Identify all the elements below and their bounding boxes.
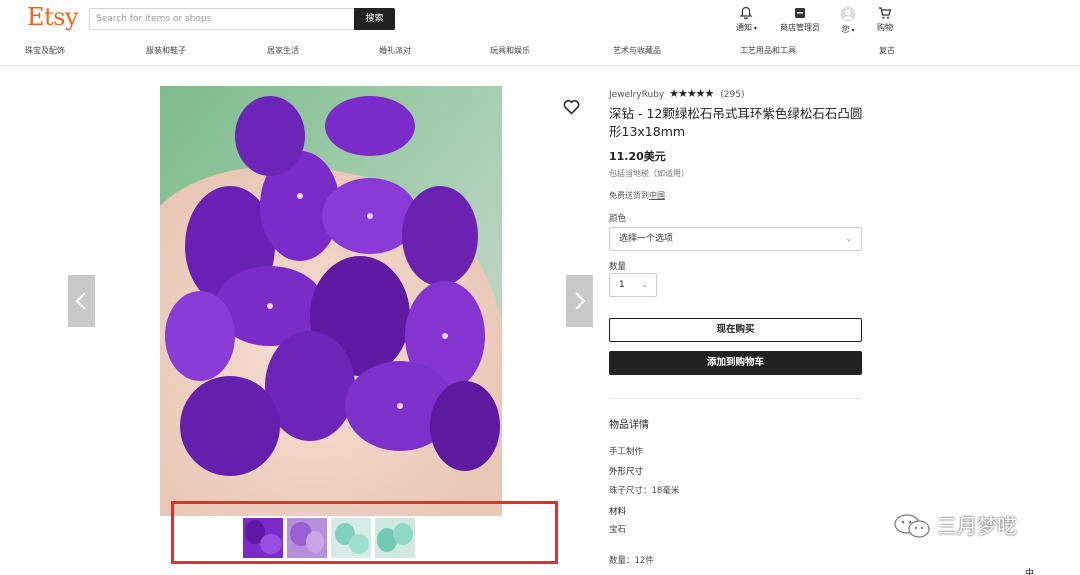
watermark-text: 三月梦呓 — [937, 514, 1017, 538]
shipping-country-link[interactable]: 中国 — [649, 191, 665, 200]
notifications-button[interactable]: 通知 ▾ — [736, 6, 757, 33]
store-icon — [795, 8, 805, 18]
favorite-button[interactable] — [563, 99, 580, 119]
thumbnail-4[interactable] — [375, 518, 415, 558]
nav-item-craft[interactable]: 工艺用品和工具 — [740, 45, 796, 56]
thumbnail-2[interactable] — [287, 518, 327, 558]
handmade-text: 手工制作 — [609, 447, 644, 457]
quantity-value: 1 — [619, 280, 625, 290]
nav-item-home[interactable]: 居家生活 — [267, 45, 299, 56]
tax-note: 包括当地税（如适用） — [609, 169, 689, 178]
material-value: 宝石 — [609, 525, 627, 535]
color-select-value: 选择一个选项 — [619, 234, 674, 244]
avatar-icon — [840, 6, 856, 22]
search-input[interactable]: Search for items or shops — [89, 8, 355, 30]
nav-item-art[interactable]: 艺术与收藏品 — [613, 45, 661, 56]
thumbnail-1[interactable] — [243, 518, 283, 558]
item-details-heading: 物品详情 — [609, 420, 649, 431]
quantity-select[interactable]: 1 ⌄ — [609, 273, 657, 297]
buy-now-button[interactable]: 现在购买 — [609, 318, 862, 342]
shop-name-link[interactable]: JewelryRuby — [609, 90, 664, 100]
nav-item-toys[interactable]: 玩具和娱乐 — [490, 45, 530, 56]
chevron-right-icon — [575, 292, 586, 310]
rating-stars: ★★★★★ — [669, 87, 714, 100]
cart-button[interactable]: 购物 — [877, 6, 893, 33]
dimensions-label: 外形尺寸 — [609, 467, 644, 477]
nav-item-wedding[interactable]: 婚礼派对 — [379, 45, 411, 56]
color-label: 颜色 — [609, 214, 627, 224]
etsy-logo[interactable]: Etsy — [27, 3, 79, 31]
shop-manager-label: 商店管理员 — [780, 23, 820, 32]
thumbnail-3[interactable] — [331, 518, 371, 558]
chevron-left-icon — [75, 292, 86, 310]
prev-image-button[interactable] — [68, 275, 95, 327]
main-product-image — [160, 86, 502, 516]
next-image-button[interactable] — [566, 275, 593, 327]
quantity-label: 数量 — [609, 262, 627, 272]
account-button[interactable]: 您 ▾ — [840, 6, 856, 35]
chevron-down-icon: ⌄ — [641, 280, 648, 289]
divider — [609, 398, 862, 399]
search-button[interactable]: 搜索 — [354, 8, 395, 30]
cart-icon — [879, 7, 892, 19]
cart-label: 购物 — [877, 23, 893, 32]
notifications-label: 通知 — [736, 23, 752, 32]
shipping-note: 免费送货到中国 — [609, 190, 665, 201]
chevron-down-icon: ⌄ — [845, 234, 852, 243]
color-select[interactable]: 选择一个选项 ⌄ — [609, 227, 862, 251]
seller-line: JewelryRuby ★★★★★ (295) — [609, 87, 744, 100]
quantity-detail: 数量：12件 — [609, 556, 654, 566]
materials-label: 材料 — [609, 507, 627, 517]
site-header: Etsy Search for items or shops 搜索 通知 ▾ 商… — [0, 0, 1080, 66]
heart-icon — [563, 100, 580, 115]
nav-item-vintage[interactable]: 复古 — [879, 45, 895, 56]
add-to-cart-button[interactable]: 添加到购物车 — [609, 351, 862, 375]
bead-size-text: 珠子尺寸：18毫米 — [609, 486, 680, 496]
price: 11.20美元 — [609, 150, 666, 163]
shop-manager-button[interactable]: 商店管理员 — [780, 6, 820, 33]
bell-icon — [740, 6, 753, 20]
review-count[interactable]: (295) — [720, 90, 744, 100]
account-label: 您 — [841, 25, 850, 34]
nav-item-jewelry[interactable]: 珠宝及配饰 — [25, 45, 65, 56]
corner-input-indicator: 中 — [1025, 566, 1080, 575]
nav-item-clothing[interactable]: 服装和鞋子 — [146, 45, 186, 56]
shipping-prefix: 免费送货到 — [609, 191, 649, 200]
wechat-icon — [894, 514, 930, 538]
listing-title: 深钻 - 12颗绿松石吊式耳环紫色绿松石石凸圆形13x18mm — [609, 106, 863, 139]
